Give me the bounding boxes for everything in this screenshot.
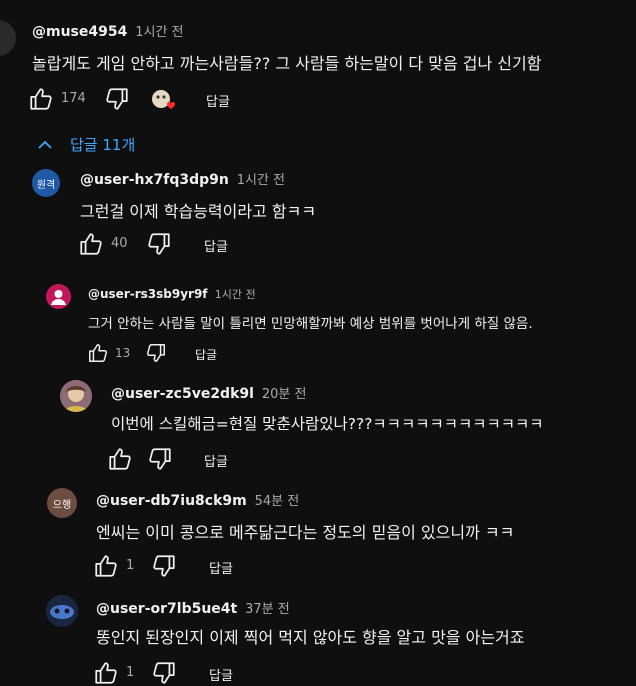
comment-author[interactable]: @user-db7iu8ck9m 54분 전 (96, 490, 299, 509)
dislike-icon[interactable] (147, 446, 173, 472)
like-count: 13 (115, 346, 131, 360)
replies-toggle[interactable]: 답글 11개 (38, 134, 135, 155)
like-icon[interactable] (78, 231, 104, 257)
avatar[interactable] (46, 595, 78, 627)
comment-text: 놀랍게도 게임 안하고 까는사람들?? 그 사람들 하는말이 다 맞음 겁나 신… (32, 54, 542, 73)
like-icon[interactable] (107, 446, 133, 472)
dislike-icon[interactable] (151, 660, 177, 686)
comment-time[interactable]: 1시간 전 (237, 173, 285, 188)
comment-text: 그런걸 이제 학습능력이라고 함ㅋㅋ (80, 202, 317, 221)
author-name[interactable]: @muse4954 (32, 24, 127, 40)
like-count: 1 (126, 558, 135, 573)
reply-button[interactable]: 답글 (209, 665, 233, 684)
author-name[interactable]: @user-db7iu8ck9m (96, 493, 247, 509)
like-count: 174 (61, 91, 86, 106)
creator-heart-icon (150, 88, 178, 114)
comment-author[interactable]: @muse4954 1시간 전 (32, 21, 184, 40)
comment-time[interactable]: 20분 전 (262, 387, 307, 402)
like-icon[interactable] (93, 660, 119, 686)
author-name[interactable]: @user-zc5ve2dk9l (111, 386, 254, 402)
reply-button[interactable]: 답글 (206, 91, 230, 110)
like-icon[interactable] (93, 553, 119, 579)
replies-toggle-label: 답글 11개 (70, 136, 136, 154)
author-name[interactable]: @user-or7lb5ue4t (96, 601, 237, 617)
chevron-up-icon (38, 140, 52, 149)
avatar-initials: 원격 (36, 179, 56, 191)
avatar[interactable] (46, 284, 71, 309)
avatar[interactable] (60, 380, 92, 412)
comment-text: 그거 안하는 사람들 말이 틀리면 민망해할까봐 예상 범위를 벗어나게 하질 … (88, 316, 533, 332)
comment-author[interactable]: @user-hx7fq3dp9n 1시간 전 (80, 169, 285, 188)
comment-text: 이번에 스킬해금=현질 맞춘사람있나???ㅋㅋㅋㅋㅋㅋㅋㅋㅋㅋㅋㅋ (111, 415, 544, 433)
like-icon[interactable] (28, 86, 54, 112)
comment-author[interactable]: @user-or7lb5ue4t 37분 전 (96, 598, 290, 617)
comment-time[interactable]: 54분 전 (255, 494, 300, 509)
reply-button[interactable]: 답글 (204, 236, 228, 255)
dislike-icon[interactable] (146, 231, 172, 257)
author-name[interactable]: @user-hx7fq3dp9n (80, 172, 229, 188)
comment-text: 엔씨는 이미 콩으로 메주닮근다는 정도의 믿음이 있으니까 ㅋㅋ (96, 523, 515, 542)
avatar[interactable] (0, 20, 16, 56)
reply-button[interactable]: 답글 (195, 346, 217, 363)
dislike-icon[interactable] (104, 86, 130, 112)
comment-author[interactable]: @user-zc5ve2dk9l 20분 전 (111, 383, 306, 402)
dislike-icon[interactable] (145, 342, 167, 364)
comment-author[interactable]: @user-rs3sb9yr9f 1시간 전 (88, 286, 256, 302)
like-icon[interactable] (87, 342, 109, 364)
reply-button[interactable]: 답글 (209, 558, 233, 577)
avatar[interactable]: 원격 (32, 169, 60, 197)
comment-time[interactable]: 1시간 전 (215, 288, 256, 301)
comment-time[interactable]: 37분 전 (245, 602, 290, 617)
reply-button[interactable]: 답글 (204, 451, 228, 470)
comment-time[interactable]: 1시간 전 (135, 25, 183, 40)
like-count: 1 (126, 665, 135, 680)
avatar-initials: 으행 (52, 499, 72, 511)
like-count: 40 (111, 236, 128, 251)
person-icon (51, 290, 66, 305)
dislike-icon[interactable] (151, 553, 177, 579)
avatar[interactable]: 으행 (47, 488, 77, 518)
comment-text: 똥인지 된장인지 이제 찍어 먹지 않아도 향을 알고 맛을 아는거죠 (96, 628, 525, 647)
author-name[interactable]: @user-rs3sb9yr9f (88, 287, 208, 301)
